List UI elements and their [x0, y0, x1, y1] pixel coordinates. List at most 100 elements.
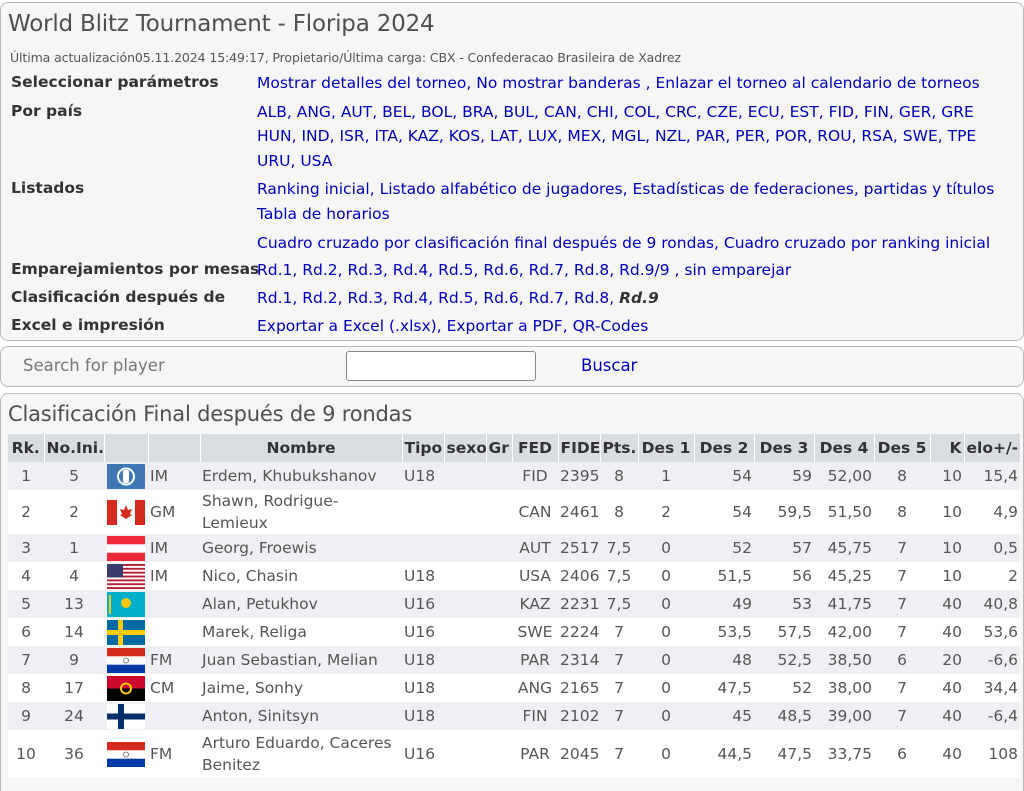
federation-link[interactable]: PAR — [512, 646, 558, 674]
link-fin[interactable]: FIN — [864, 103, 889, 121]
link-rd-3[interactable]: Rd.3 — [348, 289, 383, 307]
link-hun[interactable]: HUN — [257, 127, 292, 145]
link-bel[interactable]: BEL — [382, 103, 411, 121]
link-rd-5[interactable]: Rd.5 — [438, 289, 473, 307]
link-fid[interactable]: FID — [829, 103, 854, 121]
federation-link[interactable]: KAZ — [512, 590, 558, 618]
link-per[interactable]: PER — [735, 127, 765, 145]
column-header-points: Pts. — [599, 434, 638, 462]
link-isr[interactable]: ISR — [339, 127, 364, 145]
link-estad-sticas-de-federaciones-partidas-y-t-tulos[interactable]: Estadísticas de federaciones, partidas y… — [632, 180, 994, 198]
link-rd-8[interactable]: Rd.8 — [574, 261, 609, 279]
link-rsa[interactable]: RSA — [861, 127, 893, 145]
link-qr-codes[interactable]: QR-Codes — [573, 317, 649, 335]
link-gre[interactable]: GRE — [941, 103, 974, 121]
flag-cell — [104, 534, 148, 562]
link-par[interactable]: PAR — [696, 127, 726, 145]
link-ger[interactable]: GER — [899, 103, 932, 121]
player-name-link[interactable]: Alan, Petukhov — [200, 590, 402, 618]
sex-cell — [444, 702, 486, 730]
federation-link[interactable]: FIN — [512, 702, 558, 730]
link-swe[interactable]: SWE — [903, 127, 938, 145]
link-kaz[interactable]: KAZ — [408, 127, 439, 145]
tiebreak-1-cell: 2 — [638, 490, 694, 534]
link-ecu[interactable]: ECU — [748, 103, 780, 121]
link-rd-7[interactable]: Rd.7 — [529, 261, 564, 279]
federation-link[interactable]: FID — [512, 462, 558, 490]
link-chi[interactable]: CHI — [587, 103, 614, 121]
link-usa[interactable]: USA — [300, 152, 332, 170]
link-rd-4[interactable]: Rd.4 — [393, 289, 428, 307]
tiebreak-5-cell: 7 — [874, 534, 930, 562]
link-can[interactable]: CAN — [544, 103, 577, 121]
link-aut[interactable]: AUT — [341, 103, 372, 121]
link-rd-8[interactable]: Rd.8 — [574, 289, 609, 307]
link-ita[interactable]: ITA — [374, 127, 397, 145]
link-alb[interactable]: ALB — [257, 103, 287, 121]
link-rd-6[interactable]: Rd.6 — [483, 289, 518, 307]
player-name-link[interactable]: Marek, Religa — [200, 618, 402, 646]
link-exportar-a-excel-xlsx[interactable]: Exportar a Excel (.xlsx) — [257, 317, 437, 335]
federation-link[interactable]: ANG — [512, 674, 558, 702]
link-rd-9-9[interactable]: Rd.9/9 — [619, 261, 674, 279]
link-cuadro-cruzado-por-clasificaci-n-final-despu-s-de-9-rondas[interactable]: Cuadro cruzado por clasificación final d… — [257, 234, 714, 252]
link-bra[interactable]: BRA — [462, 103, 493, 121]
player-name-link[interactable]: Shawn, Rodrigue-Lemieux — [200, 490, 402, 534]
link-tabla-de-horarios[interactable]: Tabla de horarios — [257, 205, 390, 223]
link-rd-6[interactable]: Rd.6 — [483, 261, 518, 279]
federation-link[interactable]: AUT — [512, 534, 558, 562]
link-mex[interactable]: MEX — [567, 127, 601, 145]
link-listado-alfab-tico-de-jugadores[interactable]: Listado alfabético de jugadores — [380, 180, 623, 198]
player-name-link[interactable]: Arturo Eduardo, Caceres Benitez — [200, 730, 402, 778]
link-nzl[interactable]: NZL — [655, 127, 686, 145]
link-rd-3[interactable]: Rd.3 — [348, 261, 383, 279]
tiebreak-4-cell: 45,25 — [814, 562, 874, 590]
link-cuadro-cruzado-por-ranking-inicial[interactable]: Cuadro cruzado por ranking inicial — [724, 234, 990, 252]
link-rd-1[interactable]: Rd.1 — [257, 289, 292, 307]
link-rd-1[interactable]: Rd.1 — [257, 261, 292, 279]
player-name-link[interactable]: Nico, Chasin — [200, 562, 402, 590]
link-rd-2[interactable]: Rd.2 — [302, 261, 337, 279]
player-name-link[interactable]: Georg, Froewis — [200, 534, 402, 562]
federation-link[interactable]: SWE — [512, 618, 558, 646]
link-crc[interactable]: CRC — [665, 103, 697, 121]
link-rou[interactable]: ROU — [817, 127, 851, 145]
link-por[interactable]: POR — [775, 127, 807, 145]
points-cell: 7,5 — [600, 590, 638, 618]
link-bol[interactable]: BOL — [421, 103, 452, 121]
search-input[interactable] — [346, 351, 536, 381]
link-lux[interactable]: LUX — [528, 127, 558, 145]
flag-cell — [104, 646, 148, 674]
link-col[interactable]: COL — [624, 103, 656, 121]
link-cze[interactable]: CZE — [707, 103, 738, 121]
type-cell: U18 — [402, 462, 444, 490]
link-kos[interactable]: KOS — [449, 127, 480, 145]
link-ind[interactable]: IND — [301, 127, 329, 145]
player-name-link[interactable]: Anton, Sinitsyn — [200, 702, 402, 730]
link-exportar-a-pdf[interactable]: Exportar a PDF — [447, 317, 563, 335]
link-mgl[interactable]: MGL — [611, 127, 645, 145]
current-round-link[interactable]: Rd.9 — [619, 289, 659, 307]
link-ranking-inicial[interactable]: Ranking inicial — [257, 180, 370, 198]
federation-link[interactable]: USA — [512, 562, 558, 590]
player-name-link[interactable]: Jaime, Sonhy — [200, 674, 402, 702]
link-est[interactable]: EST — [790, 103, 819, 121]
federation-link[interactable]: CAN — [512, 490, 558, 534]
link-enlazar-el-torneo-al-calendario-de-torneos[interactable]: Enlazar el torneo al calendario de torne… — [655, 74, 979, 92]
link-sin-emparejar[interactable]: sin emparejar — [684, 261, 791, 279]
link-no-mostrar-banderas[interactable]: No mostrar banderas — [476, 74, 645, 92]
link-uru[interactable]: URU — [257, 152, 290, 170]
link-rd-4[interactable]: Rd.4 — [393, 261, 428, 279]
player-name-link[interactable]: Erdem, Khubukshanov — [200, 462, 402, 490]
link-rd-5[interactable]: Rd.5 — [438, 261, 473, 279]
link-bul[interactable]: BUL — [503, 103, 534, 121]
link-ang[interactable]: ANG — [297, 103, 331, 121]
link-lat[interactable]: LAT — [490, 127, 518, 145]
link-mostrar-detalles-del-torneo[interactable]: Mostrar detalles del torneo — [257, 74, 466, 92]
link-rd-2[interactable]: Rd.2 — [302, 289, 337, 307]
player-name-link[interactable]: Juan Sebastian, Melian — [200, 646, 402, 674]
search-button[interactable]: Buscar — [581, 356, 637, 375]
federation-link[interactable]: PAR — [512, 730, 558, 778]
link-tpe[interactable]: TPE — [948, 127, 977, 145]
link-rd-7[interactable]: Rd.7 — [529, 289, 564, 307]
